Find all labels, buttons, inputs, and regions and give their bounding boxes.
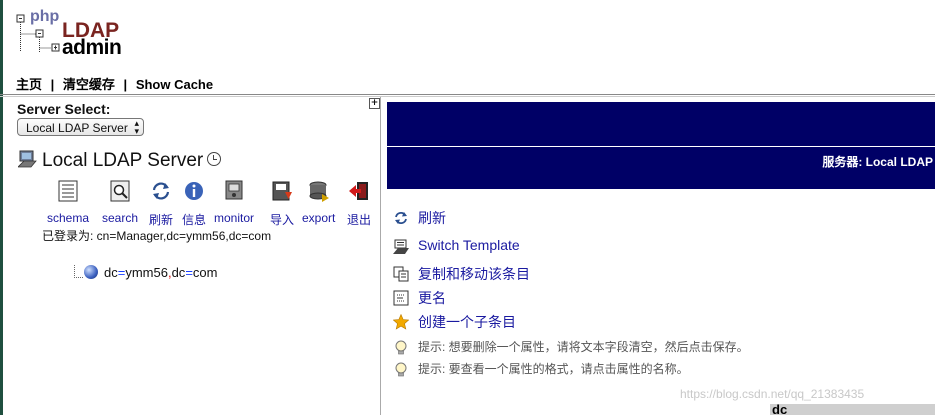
tool-label: 信息	[182, 213, 207, 227]
tool-logout[interactable]: 退出	[347, 180, 371, 228]
clock-icon[interactable]	[207, 152, 222, 166]
nav-show-cache-link[interactable]: Show Cache	[136, 77, 213, 92]
monitor-icon	[225, 180, 243, 200]
hint-text: 提示: 想要删除一个属性，请将文本字段清空，然后点击保存。	[418, 340, 749, 354]
logout-icon	[349, 182, 368, 200]
tool-label: export	[302, 211, 336, 225]
refresh-icon	[152, 182, 170, 200]
logo-admin: admin	[62, 36, 122, 59]
banner-divider	[387, 146, 935, 147]
lightbulb-icon	[395, 340, 407, 355]
table-header-cut-off: dc	[770, 402, 935, 417]
top-nav: 主页 | 清空缓存 | Show Cache	[16, 74, 213, 93]
hint-text: 提示: 要查看一个属性的格式，请点击属性的名称。	[418, 362, 689, 376]
tool-label: monitor	[214, 211, 255, 225]
nav-clear-cache-link[interactable]: 清空缓存	[63, 77, 115, 92]
nav-home-link[interactable]: 主页	[16, 77, 42, 92]
window-edge	[0, 0, 3, 415]
tool-label: 导入	[270, 213, 295, 227]
lightbulb-icon	[395, 362, 407, 377]
base-dn-link[interactable]: dc=ymm56,dc=com	[104, 265, 217, 280]
action-label: 复制和移动该条目	[418, 266, 530, 282]
search-icon	[110, 180, 130, 202]
tool-import[interactable]: 导入	[270, 180, 294, 228]
info-icon	[185, 182, 203, 200]
switch-template-icon	[393, 239, 409, 254]
logo-php: php	[30, 8, 60, 25]
tool-refresh[interactable]: 刷新	[149, 180, 173, 228]
tool-search[interactable]: search	[102, 180, 138, 225]
tool-label: 退出	[347, 213, 372, 227]
banner-server-label: 服务器: Local LDAP	[822, 155, 933, 169]
server-title-text: Local LDAP Server	[42, 150, 204, 171]
entry-banner: 服务器: Local LDAP	[387, 102, 935, 189]
tool-label: schema	[47, 211, 90, 225]
action-label: Switch Template	[418, 237, 520, 253]
expand-panel-button[interactable]: +	[369, 98, 380, 109]
action-label: 创建一个子条目	[418, 314, 516, 330]
tool-info[interactable]: 信息	[182, 180, 206, 228]
tool-export[interactable]: export	[302, 180, 335, 225]
star-icon	[393, 314, 409, 330]
action-label: 更名	[418, 290, 446, 306]
copy-icon	[393, 266, 409, 282]
logged-in-as: 已登录为: cn=Manager,dc=ymm56,dc=com	[42, 229, 272, 243]
header-divider	[0, 94, 935, 95]
server-select-dropdown[interactable]: Local LDAP Server ▴ ▾	[17, 118, 144, 137]
tool-monitor[interactable]: monitor	[214, 180, 254, 225]
tool-label: search	[102, 211, 139, 225]
nav-separator: |	[50, 77, 55, 92]
phpldapadmin-logo: php LDAP admin	[16, 8, 126, 60]
computer-icon	[18, 150, 37, 168]
action-label: 刷新	[418, 210, 446, 226]
export-icon	[309, 181, 329, 202]
watermark-text: https://blog.csdn.net/qq_21383435	[680, 387, 865, 401]
tree-connector	[74, 265, 83, 278]
server-select-value: Local LDAP Server	[26, 121, 128, 135]
tool-label: 刷新	[149, 213, 174, 227]
server-title: Local LDAP Server	[18, 149, 222, 172]
rename-icon	[393, 290, 409, 306]
header-divider-shadow	[0, 96, 935, 97]
tool-schema[interactable]: schema	[47, 180, 89, 225]
globe-icon	[84, 265, 98, 279]
pane-divider[interactable]	[380, 97, 381, 415]
nav-separator: |	[123, 77, 128, 92]
updown-arrow-icon: ▴ ▾	[134, 119, 139, 137]
schema-icon	[58, 180, 78, 202]
import-icon	[272, 181, 292, 201]
server-select-label: Server Select:	[17, 101, 111, 117]
refresh-icon	[395, 212, 407, 224]
